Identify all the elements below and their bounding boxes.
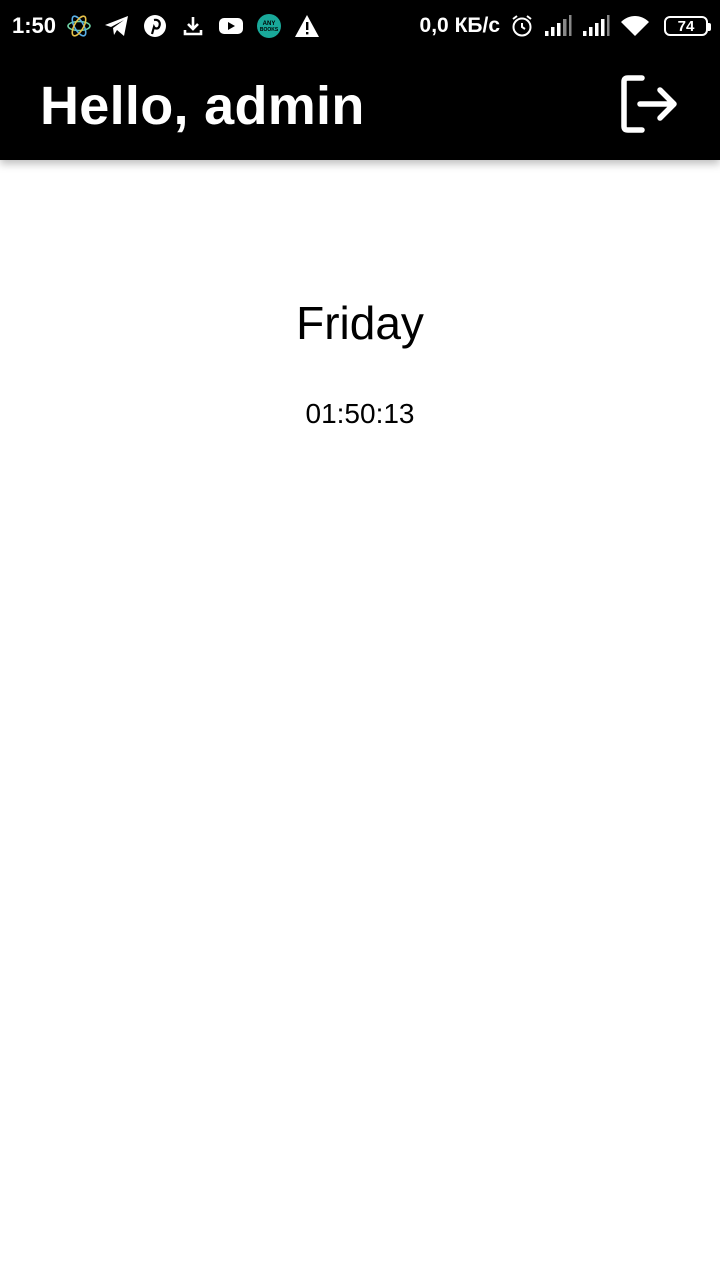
status-time: 1:50 xyxy=(12,13,57,38)
warning-icon xyxy=(294,13,320,39)
youtube-icon xyxy=(218,13,244,39)
time-label: 01:50:13 xyxy=(305,398,415,429)
status-bar: 1:50 ANY BOOKS 0,0 КБ/с 74 xyxy=(0,0,720,52)
wifi-icon xyxy=(620,15,650,37)
atom-icon xyxy=(66,13,92,39)
pinterest-icon xyxy=(142,13,168,39)
signal-icon xyxy=(582,15,610,37)
signal-icon xyxy=(544,15,572,37)
alarm-icon xyxy=(510,14,534,38)
telegram-icon xyxy=(104,13,130,39)
battery-level: 74 xyxy=(677,17,695,35)
svg-text:BOOKS: BOOKS xyxy=(260,27,279,33)
anybooks-icon: ANY BOOKS xyxy=(256,13,282,39)
download-icon xyxy=(180,13,206,39)
network-speed: 0,0 КБ/с xyxy=(419,14,500,37)
status-right: 0,0 КБ/с 74 xyxy=(419,14,711,38)
logout-icon xyxy=(616,72,680,141)
logout-button[interactable] xyxy=(616,74,680,138)
app-bar: Hello, admin xyxy=(0,52,720,160)
notification-icons: ANY BOOKS xyxy=(66,13,320,39)
day-label: Friday xyxy=(296,297,424,349)
battery-icon: 74 xyxy=(664,16,711,36)
page-title: Hello, admin xyxy=(40,76,365,136)
